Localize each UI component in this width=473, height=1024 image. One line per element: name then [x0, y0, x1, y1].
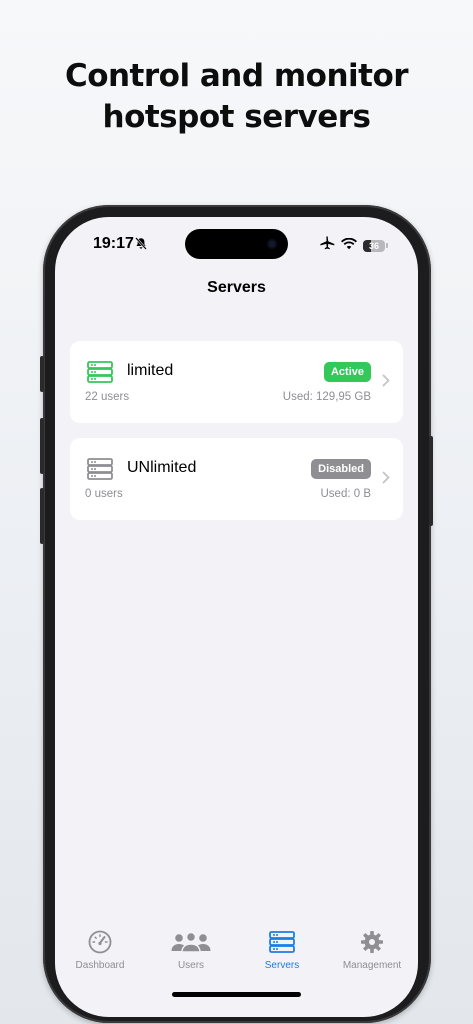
- dynamic-island: [185, 229, 288, 259]
- home-indicator[interactable]: [172, 992, 301, 997]
- server-usage: Used: 0 B: [320, 488, 372, 500]
- chevron-right-icon: [382, 471, 390, 489]
- airplane-icon: [320, 236, 335, 255]
- status-time: 19:17: [93, 235, 134, 252]
- bell-slash-icon: [135, 237, 147, 255]
- battery-level: 36: [363, 239, 385, 252]
- users-icon: [171, 927, 211, 957]
- battery-tip: [386, 243, 388, 248]
- tab-servers[interactable]: Servers: [237, 927, 327, 987]
- power-button: [429, 436, 433, 526]
- action-button: [40, 356, 44, 392]
- server-user-count: 0 users: [85, 488, 123, 500]
- server-user-count: 22 users: [85, 391, 130, 403]
- server-rack-icon: [87, 458, 113, 485]
- chevron-right-icon: [382, 374, 390, 392]
- tab-label: Management: [342, 960, 402, 971]
- gear-icon: [360, 927, 384, 957]
- tab-label: Dashboard: [75, 960, 125, 971]
- tab-users[interactable]: Users: [146, 927, 236, 987]
- battery-icon: 36: [363, 239, 388, 252]
- page-title: Servers: [207, 279, 266, 296]
- wifi-icon: [341, 237, 357, 255]
- tab-label: Users: [177, 960, 205, 971]
- headline-line-1: Control and monitor: [64, 58, 409, 94]
- status-badge: Active: [323, 362, 371, 382]
- tab-bar: Dashboard Users Servers Management: [55, 927, 418, 987]
- server-usage: Used: 129,95 GB: [282, 391, 371, 403]
- status-badge: Disabled: [311, 459, 371, 479]
- headline-line-2: hotspot servers: [102, 99, 371, 135]
- tab-label: Servers: [264, 960, 300, 971]
- server-rack-icon: [87, 361, 113, 388]
- server-name: UNlimited: [127, 459, 197, 476]
- server-rack-icon: [269, 927, 295, 957]
- server-card-unlimited[interactable]: UNlimited Disabled 0 users Used: 0 B: [70, 438, 403, 520]
- server-name: limited: [127, 362, 174, 379]
- phone-screen: 19:17 36 Servers limited Active 22 users…: [55, 217, 418, 1017]
- speedometer-icon: [88, 927, 112, 957]
- tab-management[interactable]: Management: [327, 927, 417, 987]
- server-card-limited[interactable]: limited Active 22 users Used: 129,95 GB: [70, 341, 403, 423]
- camera-icon: [267, 239, 277, 249]
- tab-dashboard[interactable]: Dashboard: [55, 927, 145, 987]
- battery-percent: 36: [368, 240, 379, 251]
- volume-up-button: [40, 418, 44, 474]
- headline: Control and monitor hotspot servers: [0, 56, 473, 138]
- status-icons: 36: [320, 236, 388, 255]
- volume-down-button: [40, 488, 44, 544]
